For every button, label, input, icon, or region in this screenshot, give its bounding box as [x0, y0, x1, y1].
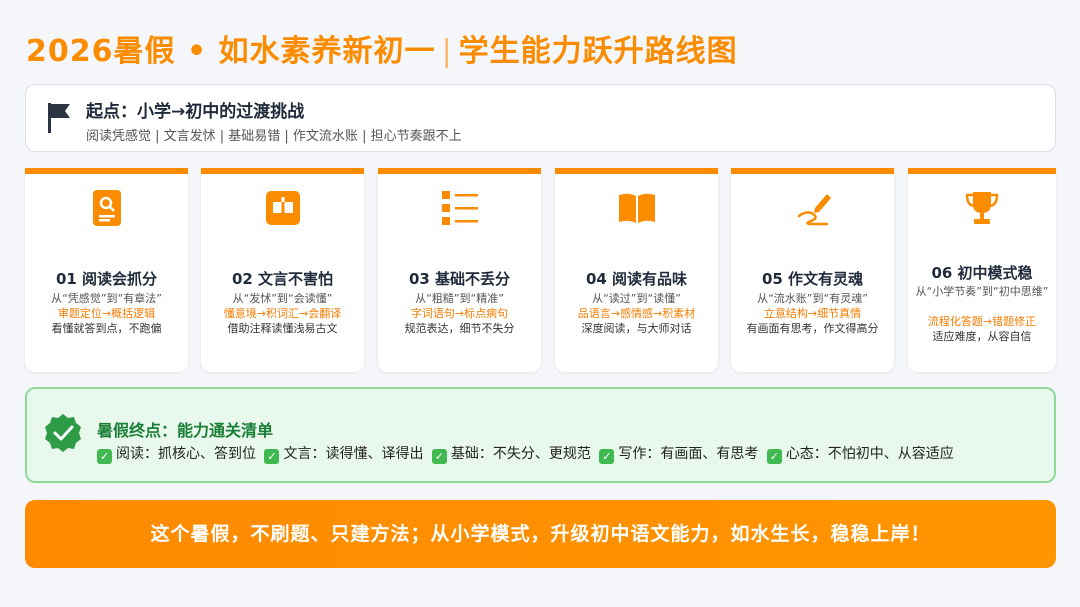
check-icon: ✓ — [431, 449, 447, 464]
step-title: 06 初中模式稳 — [931, 264, 1033, 282]
step-from-to: 从“小学节奏”到“初中思维” — [915, 285, 1049, 298]
step-result: 借助注释读懂浅易古文 — [227, 322, 338, 335]
step-card-6: 06 初中模式稳 从“小学节奏”到“初中思维” 流程化答题→错题修正 适应难度，… — [908, 168, 1056, 372]
start-title: 起点：小学→初中的过渡挑战 — [86, 102, 305, 122]
step-title: 04 阅读有品味 — [585, 270, 688, 288]
checklist-item: 阅读：抓核心、答到位 — [116, 446, 256, 462]
step-methods: 懂意境→积词汇→会翻译 — [223, 307, 342, 320]
check-icon: ✓ — [264, 449, 280, 464]
step-result: 深度阅读，与大师对话 — [581, 322, 692, 335]
checklist-item: 基础：不失分、更规范 — [450, 446, 591, 462]
title-main: 2026暑假 • 如水素养新初一 — [26, 34, 436, 69]
step-from-to: 从“发怵”到“会读懂” — [232, 292, 333, 305]
step-from-to: 从“读过”到“读懂” — [592, 292, 681, 305]
slogan-banner: 这个暑假，不刷题、只建方法；从小学模式，升级初中语文能力，如水生长，稳稳上岸！ — [25, 500, 1056, 568]
checklist-item: 文言：读得懂、译得出 — [283, 446, 424, 462]
classical-text-icon — [265, 191, 300, 225]
end-title: 暑假终点：能力通关清单 — [97, 421, 274, 440]
end-checklist: ✓ 阅读：抓核心、答到位 ✓ 文言：读得懂、译得出 ✓ 基础：不失分、更规范 ✓ 写作：… — [97, 443, 958, 464]
title-sub: 学生能力跃升路线图 — [458, 34, 738, 69]
step-result: 规范表达，细节不失分 — [404, 322, 515, 335]
title-separator: | — [441, 34, 453, 69]
step-from-to: 从“粗糙”到“精准” — [415, 292, 504, 305]
step-from-to: 从“流水账”到“有灵魂” — [757, 292, 868, 305]
flag-icon — [48, 103, 70, 133]
step-methods: 立意结构→细节真情 — [763, 307, 862, 320]
step-card-3: 03 基础不丢分 从“粗糙”到“精准” 字词语句→标点病句 规范表达，细节不失分 — [378, 168, 541, 372]
page-title: 2026暑假 • 如水素养新初一 | 学生能力跃升路线图 — [26, 26, 738, 70]
checklist-item: 写作：有画面、有思考 — [618, 446, 759, 462]
end-card: 暑假终点：能力通关清单 ✓ 阅读：抓核心、答到位 ✓ 文言：读得懂、译得出 ✓ 基础：… — [25, 387, 1056, 483]
step-title: 05 作文有灵魂 — [761, 270, 864, 288]
check-icon: ✓ — [766, 449, 782, 464]
step-methods: 审题定位→概括逻辑 — [57, 307, 156, 320]
trophy-icon — [965, 192, 999, 224]
check-icon: ✓ — [599, 449, 615, 464]
step-card-5: 05 作文有灵魂 从“流水账”到“有灵魂” 立意结构→细节真情 有画面有思考，作… — [731, 168, 894, 372]
step-from-to: 从“凭感觉”到“有章法” — [51, 292, 162, 305]
list-icon — [441, 191, 478, 225]
start-card: 起点：小学→初中的过渡挑战 阅读凭感觉 | 文言发怵 | 基础易错 | 作文流水… — [25, 84, 1056, 152]
step-methods: 字词语句→标点病句 — [410, 307, 509, 320]
step-card-4: 04 阅读有品味 从“读过”到“读懂” 品语言→感情感→积素材 深度阅读，与大师… — [555, 168, 718, 372]
step-cards: 01 阅读会抓分 从“凭感觉”到“有章法” 审题定位→概括逻辑 看懂就答到点，不… — [25, 168, 1056, 372]
check-icon: ✓ — [97, 449, 112, 464]
step-result: 适应难度，从容自信 — [932, 330, 1032, 343]
step-result: 看懂就答到点，不跑偏 — [51, 322, 162, 335]
pen-icon — [797, 194, 831, 226]
reading-doc-icon — [92, 190, 121, 226]
step-card-1: 01 阅读会抓分 从“凭感觉”到“有章法” 审题定位→概括逻辑 看懂就答到点，不… — [25, 168, 188, 372]
step-result: 有画面有思考，作文得高分 — [746, 322, 879, 335]
verified-badge-icon — [45, 414, 81, 452]
checklist-item: 心态：不怕初中、从容适应 — [785, 446, 954, 462]
step-title: 03 基础不丢分 — [408, 270, 511, 288]
start-subtitle: 阅读凭感觉 | 文言发怵 | 基础易错 | 作文流水账 | 担心节奏跟不上 — [86, 129, 462, 144]
step-card-2: 02 文言不害怕 从“发怵”到“会读懂” 懂意境→积词汇→会翻译 借助注释读懂浅… — [201, 168, 364, 372]
step-title: 01 阅读会抓分 — [55, 270, 158, 288]
step-title: 02 文言不害怕 — [231, 270, 334, 288]
open-book-icon — [618, 193, 655, 223]
step-methods: 流程化答题→错题修正 — [927, 315, 1037, 328]
step-methods: 品语言→感情感→积素材 — [577, 307, 696, 320]
